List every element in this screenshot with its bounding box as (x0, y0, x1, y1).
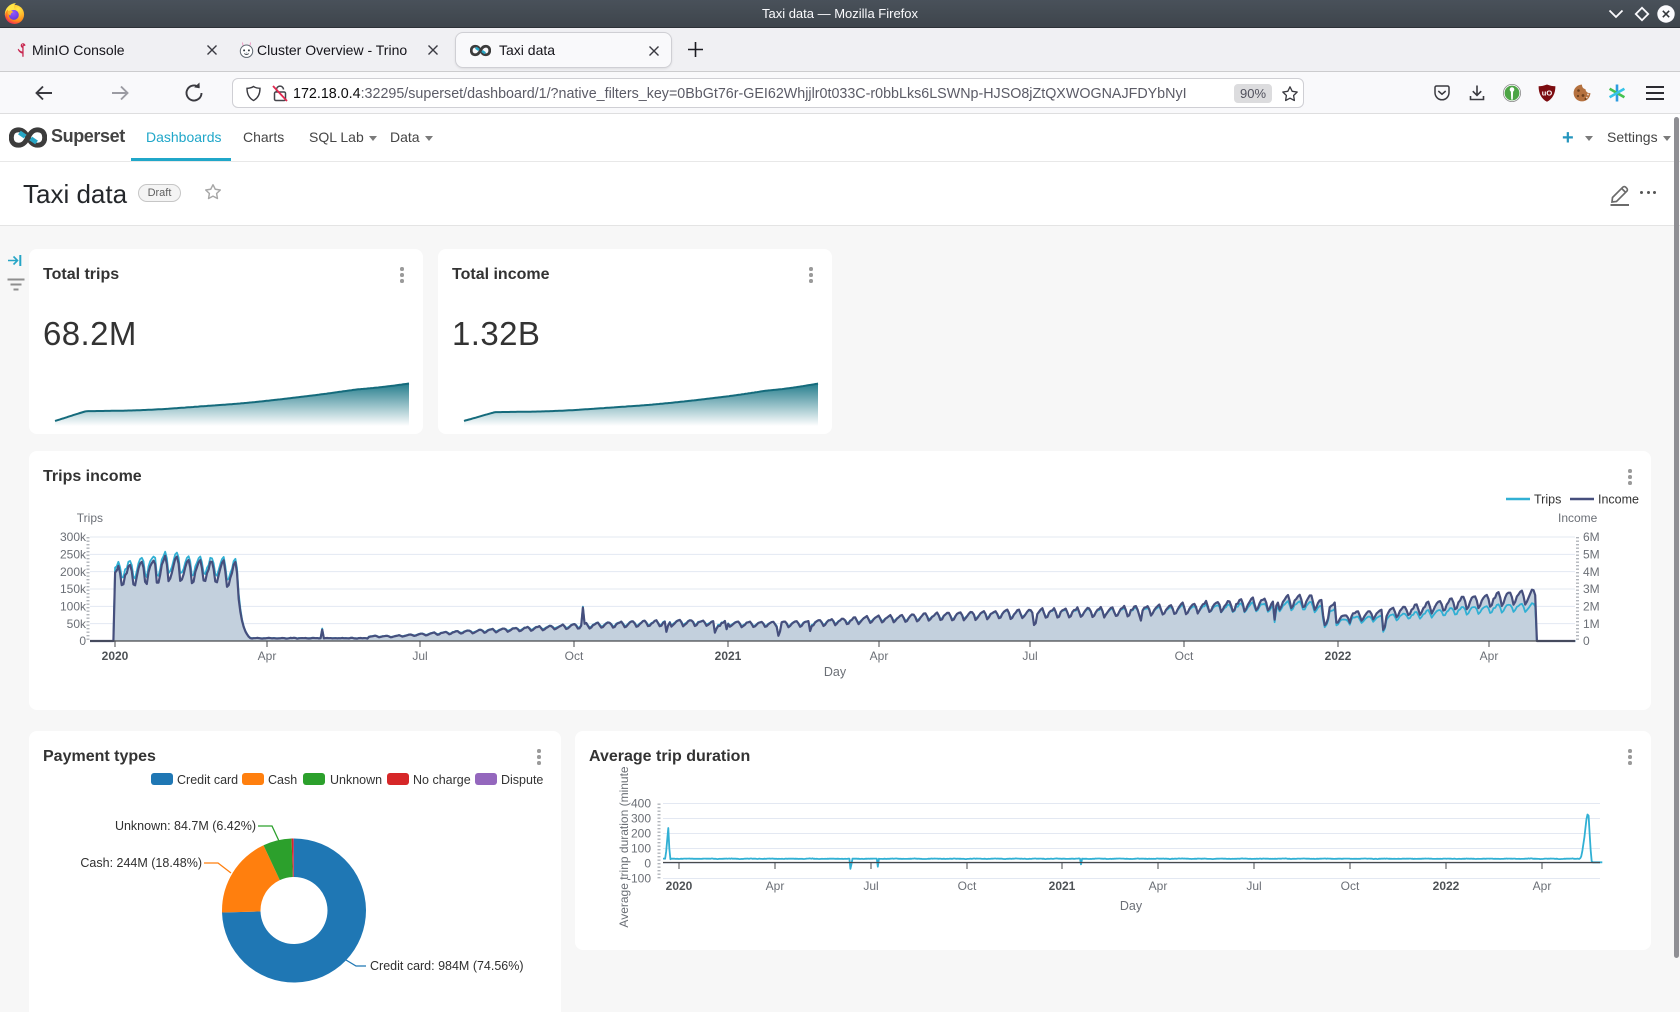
svg-text:2M: 2M (1583, 600, 1600, 614)
svg-text:uO: uO (1542, 89, 1553, 98)
svg-text:Apr: Apr (870, 649, 889, 663)
svg-text:Credit card: 984M (74.56%): Credit card: 984M (74.56%) (370, 959, 524, 973)
svg-text:Day: Day (1120, 899, 1143, 913)
svg-text:Apr: Apr (1533, 879, 1552, 893)
svg-text:50k: 50k (67, 617, 87, 631)
svg-text:300k: 300k (60, 530, 87, 544)
svg-text:Oct: Oct (1341, 879, 1360, 893)
svg-text:Cash: Cash (268, 773, 297, 787)
svg-text:2022: 2022 (1325, 649, 1352, 663)
svg-text:Jul: Jul (1022, 649, 1037, 663)
svg-text:Apr: Apr (1149, 879, 1168, 893)
svg-text:Apr: Apr (258, 649, 277, 663)
svg-text:150k: 150k (60, 582, 87, 596)
svg-text:Jul: Jul (412, 649, 427, 663)
svg-text:0: 0 (1583, 634, 1590, 648)
svg-text:Dispute: Dispute (501, 773, 543, 787)
svg-text:Oct: Oct (1175, 649, 1194, 663)
svg-text:2020: 2020 (102, 649, 129, 663)
svg-text:Unknown: Unknown (330, 773, 382, 787)
svg-text:Unknown: 84.7M (6.42%): Unknown: 84.7M (6.42%) (115, 819, 256, 833)
svg-text:2021: 2021 (715, 649, 742, 663)
svg-text:Trips: Trips (77, 511, 103, 525)
svg-text:6M: 6M (1583, 530, 1600, 544)
svg-text:0: 0 (644, 857, 651, 871)
svg-text:400: 400 (631, 797, 651, 811)
svg-text:0: 0 (79, 634, 86, 648)
svg-text:100k: 100k (60, 600, 87, 614)
svg-text:5M: 5M (1583, 548, 1600, 562)
svg-text:Average trinp duration (minute: Average trinp duration (minute (617, 766, 631, 928)
svg-text:Oct: Oct (565, 649, 584, 663)
svg-text:200: 200 (631, 827, 651, 841)
svg-text:Income: Income (1558, 511, 1598, 525)
svg-text:Apr: Apr (766, 879, 785, 893)
svg-text:4M: 4M (1583, 565, 1600, 579)
svg-text:No charge: No charge (413, 773, 471, 787)
svg-text:2022: 2022 (1433, 879, 1460, 893)
svg-text:Day: Day (824, 665, 847, 679)
svg-text:2021: 2021 (1049, 879, 1076, 893)
svg-text:Jul: Jul (1246, 879, 1261, 893)
svg-text:1M: 1M (1583, 617, 1600, 631)
svg-text:Cash: 244M (18.48%): Cash: 244M (18.48%) (80, 856, 202, 870)
svg-text:Credit card: Credit card (177, 773, 238, 787)
svg-text:100: 100 (631, 842, 651, 856)
svg-text:Apr: Apr (1480, 649, 1499, 663)
svg-text:3M: 3M (1583, 582, 1600, 596)
svg-text:2020: 2020 (666, 879, 693, 893)
svg-text:250k: 250k (60, 548, 87, 562)
svg-text:Oct: Oct (958, 879, 977, 893)
svg-text:Income: Income (1598, 493, 1639, 507)
svg-text:200k: 200k (60, 565, 87, 579)
svg-text:300: 300 (631, 812, 651, 826)
svg-text:Jul: Jul (863, 879, 878, 893)
svg-text:Trips: Trips (1534, 493, 1561, 507)
